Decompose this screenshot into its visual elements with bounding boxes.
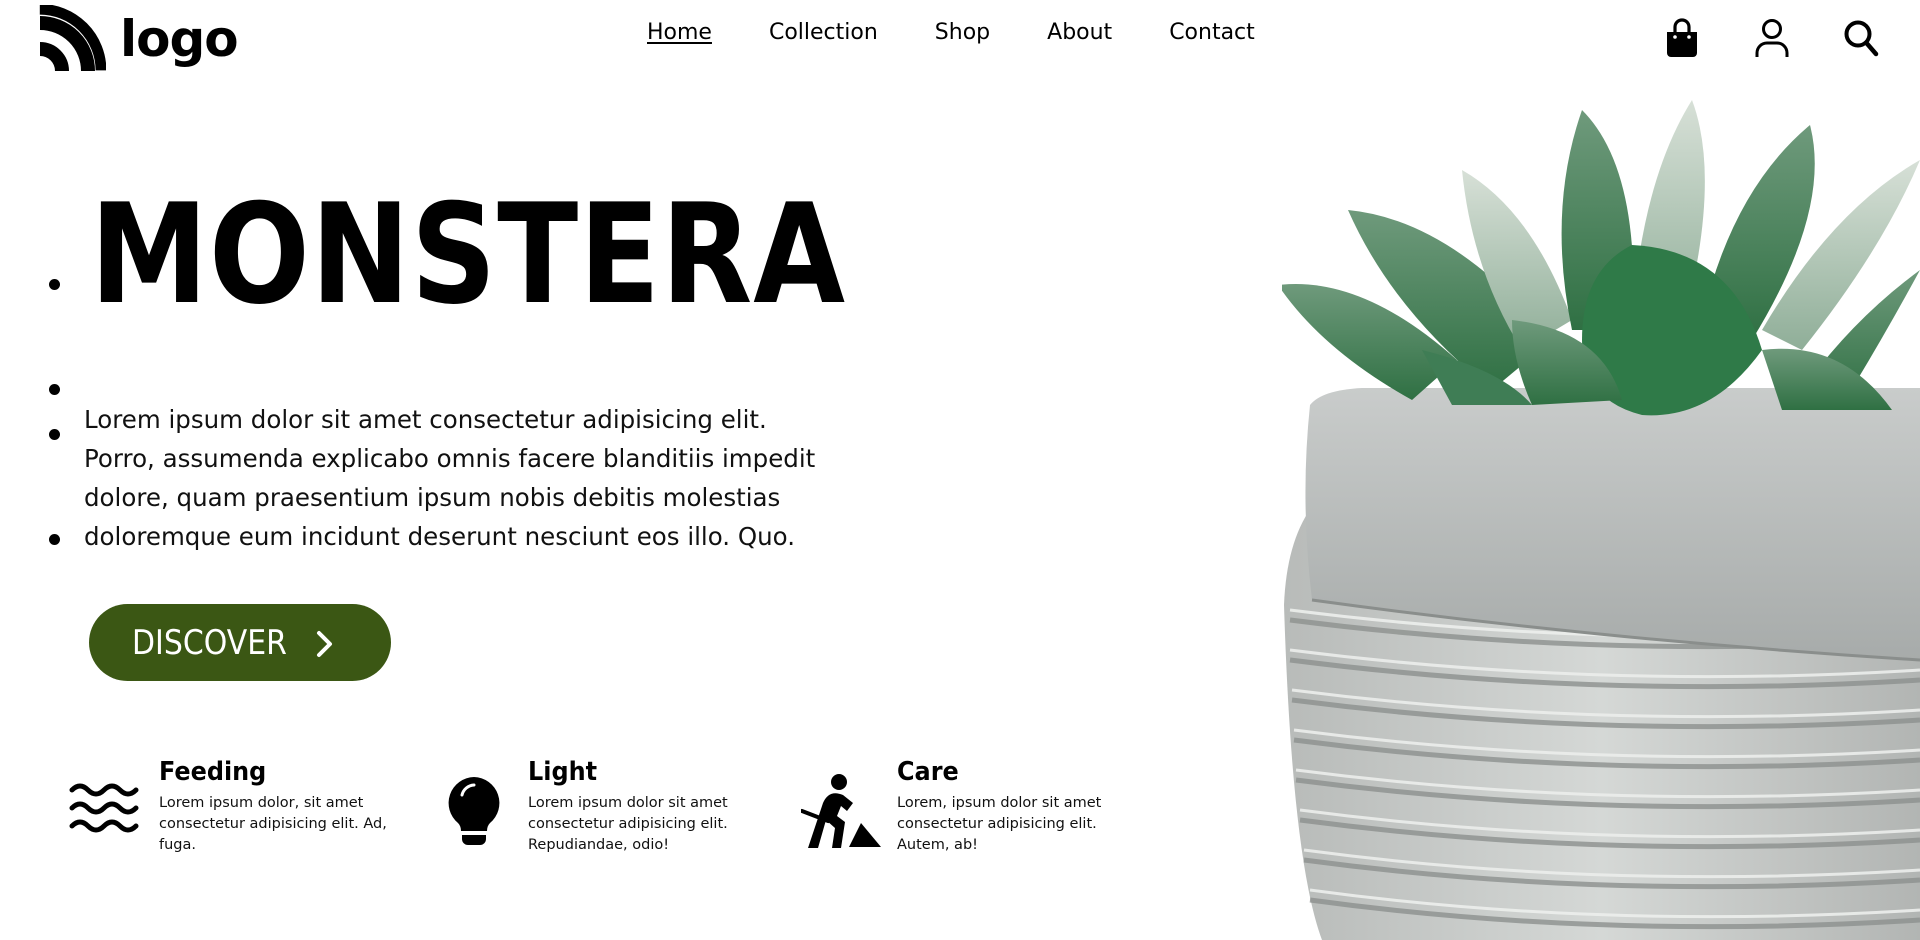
chevron-right-icon xyxy=(317,631,332,657)
list-bullet xyxy=(49,534,60,545)
succulent-pot-image xyxy=(1282,100,1920,940)
lightbulb-icon xyxy=(448,777,500,845)
nav-collection[interactable]: Collection xyxy=(769,22,878,44)
list-bullet xyxy=(49,279,60,290)
account-button[interactable] xyxy=(1751,17,1793,59)
nav-home[interactable]: Home xyxy=(647,22,712,44)
cart-button[interactable] xyxy=(1661,17,1703,59)
list-bullet xyxy=(49,384,60,395)
logo[interactable]: logo xyxy=(38,4,239,74)
shopping-bag-icon xyxy=(1667,18,1697,57)
main-nav: Home Collection Shop About Contact xyxy=(647,22,1255,44)
user-icon xyxy=(1755,19,1789,57)
discover-button[interactable]: DISCOVER xyxy=(89,604,391,681)
nav-shop[interactable]: Shop xyxy=(935,22,990,44)
hero-description: Lorem ipsum dolor sit amet consectetur a… xyxy=(84,405,816,551)
logo-text: logo xyxy=(120,10,239,68)
logo-mark-icon xyxy=(39,5,106,72)
nav-contact[interactable]: Contact xyxy=(1169,22,1255,44)
discover-label: DISCOVER xyxy=(132,622,287,663)
water-waves-icon xyxy=(69,783,139,833)
person-digging-icon xyxy=(801,774,881,848)
hero-title: MONSTERA xyxy=(90,174,846,335)
feature-text: Lorem, ipsum dolor sit amet consectetur … xyxy=(897,795,1102,853)
search-button[interactable] xyxy=(1840,17,1882,59)
nav-about[interactable]: About xyxy=(1047,22,1112,44)
feature-text: Lorem ipsum dolor, sit amet consectetur … xyxy=(159,795,387,853)
feature-text: Lorem ipsum dolor sit amet consectetur a… xyxy=(528,795,728,853)
search-icon xyxy=(1844,20,1879,57)
list-bullet xyxy=(49,429,60,440)
feature-title: Feeding xyxy=(159,757,267,787)
feature-title: Light xyxy=(528,757,598,787)
feature-title: Care xyxy=(897,757,959,787)
